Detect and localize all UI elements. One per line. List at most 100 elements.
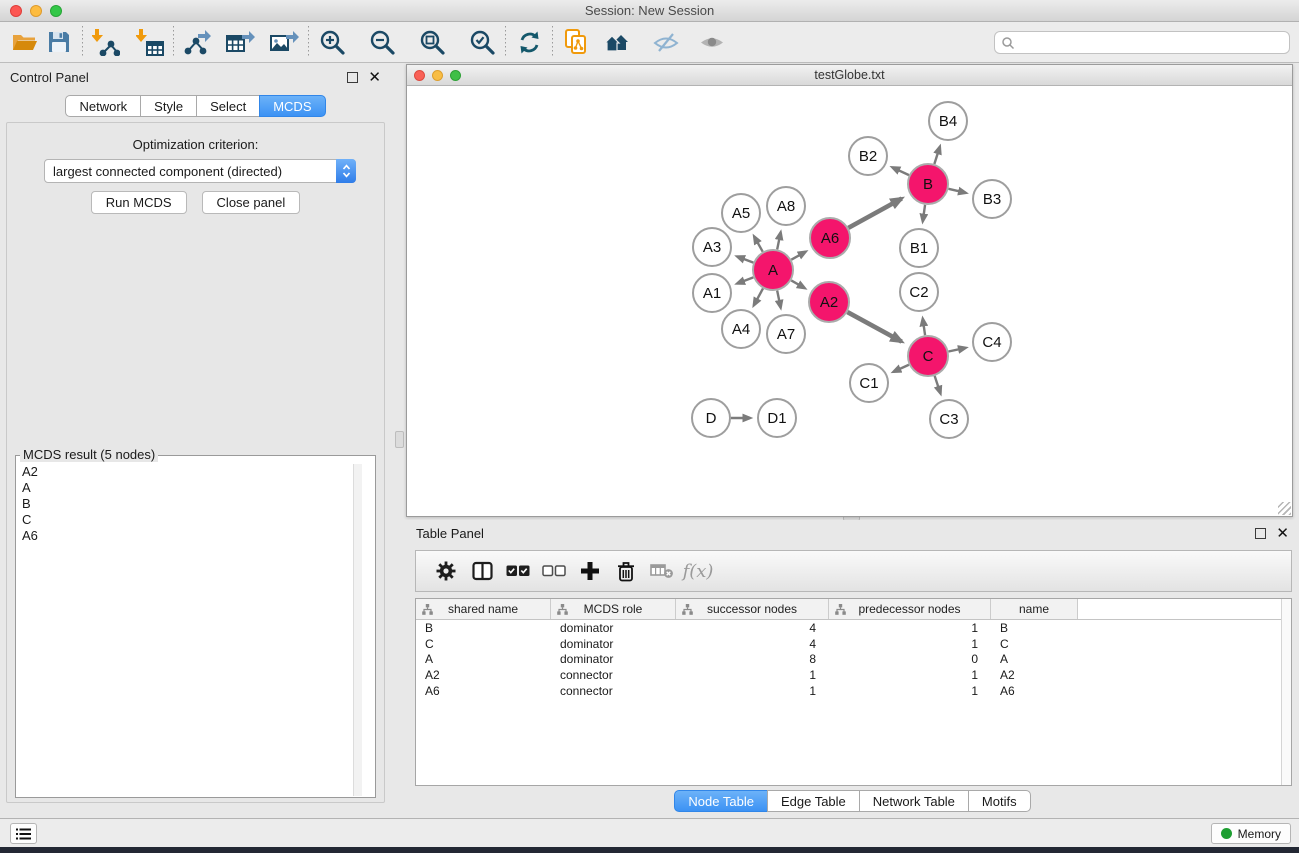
import-network-button[interactable]	[89, 25, 123, 59]
node-B[interactable]: B	[908, 164, 948, 204]
table-row[interactable]: A2connector11A2	[416, 667, 1291, 683]
optimization-criterion-select[interactable]: largest connected component (directed)	[44, 159, 356, 183]
search-input[interactable]	[1015, 33, 1289, 52]
edge-A-A6[interactable]	[791, 252, 805, 260]
node-A[interactable]: A	[753, 250, 793, 290]
column-header-shared-name[interactable]: shared name	[416, 599, 551, 619]
node-C[interactable]: C	[908, 336, 948, 376]
node-A4[interactable]: A4	[722, 310, 760, 348]
show-all-button[interactable]	[695, 25, 729, 59]
edge-C-C4[interactable]	[949, 348, 966, 352]
node-B4[interactable]: B4	[929, 102, 967, 140]
save-session-button[interactable]	[42, 25, 76, 59]
zoom-selected-button[interactable]	[465, 25, 499, 59]
deselect-all-button[interactable]	[536, 554, 572, 588]
edge-B-B4[interactable]	[934, 147, 939, 164]
delete-table-button[interactable]	[644, 554, 680, 588]
tab-style[interactable]: Style	[140, 95, 197, 117]
network-minimize-button[interactable]	[432, 70, 443, 81]
export-network-button[interactable]	[180, 25, 214, 59]
zoom-window-button[interactable]	[50, 5, 62, 17]
table-settings-button[interactable]	[428, 554, 464, 588]
network-canvas[interactable]: B4B2BB3A8A5A6A3B1AA1C2A2A4A7C4CC1C3DD1	[407, 86, 1292, 516]
home-button[interactable]	[603, 25, 637, 59]
float-table-panel-icon[interactable]	[1255, 528, 1266, 539]
column-header-successor-nodes[interactable]: successor nodes	[676, 599, 829, 619]
edge-C-C2[interactable]	[923, 319, 925, 335]
node-D1[interactable]: D1	[758, 399, 796, 437]
node-B2[interactable]: B2	[849, 137, 887, 175]
column-header-predecessor-nodes[interactable]: predecessor nodes	[829, 599, 991, 619]
edge-A6-B[interactable]	[848, 198, 901, 227]
select-all-button[interactable]	[500, 554, 536, 588]
edge-A-A5[interactable]	[754, 237, 763, 252]
tab-mcds[interactable]: MCDS	[259, 95, 325, 117]
open-session-button[interactable]	[8, 25, 42, 59]
refresh-button[interactable]	[512, 25, 546, 59]
edge-A-A7[interactable]	[777, 291, 780, 308]
network-close-button[interactable]	[414, 70, 425, 81]
node-A2[interactable]: A2	[809, 282, 849, 322]
network-zoom-button[interactable]	[450, 70, 461, 81]
task-history-button[interactable]	[10, 823, 37, 844]
node-A8[interactable]: A8	[767, 187, 805, 225]
node-C4[interactable]: C4	[973, 323, 1011, 361]
close-window-button[interactable]	[10, 5, 22, 17]
export-table-button[interactable]	[224, 25, 258, 59]
table-tab-motifs[interactable]: Motifs	[968, 790, 1031, 812]
node-A1[interactable]: A1	[693, 274, 731, 312]
edge-A2-C[interactable]	[847, 312, 901, 342]
node-A7[interactable]: A7	[767, 315, 805, 353]
result-scrollbar[interactable]	[353, 464, 362, 796]
zoom-out-button[interactable]	[365, 25, 399, 59]
table-tab-edge-table[interactable]: Edge Table	[767, 790, 860, 812]
edge-B-B3[interactable]	[948, 189, 965, 193]
node-B3[interactable]: B3	[973, 180, 1011, 218]
node-A5[interactable]: A5	[722, 194, 760, 232]
table-row[interactable]: Adominator80A	[416, 651, 1291, 667]
table-row[interactable]: Bdominator41B	[416, 620, 1291, 636]
select-stepper[interactable]	[336, 159, 356, 183]
import-table-button[interactable]	[133, 25, 167, 59]
result-item[interactable]: C	[17, 512, 374, 528]
result-item[interactable]: A6	[17, 528, 374, 544]
hide-selection-button[interactable]	[649, 25, 683, 59]
table-tab-network-table[interactable]: Network Table	[859, 790, 969, 812]
edge-A-A3[interactable]	[737, 257, 753, 263]
search-field[interactable]	[994, 31, 1290, 54]
node-A3[interactable]: A3	[693, 228, 731, 266]
edge-C-C1[interactable]	[894, 365, 909, 372]
tab-network[interactable]: Network	[65, 95, 141, 117]
export-image-button[interactable]	[268, 25, 302, 59]
edge-B-B1[interactable]	[923, 205, 925, 221]
column-header-name[interactable]: name	[991, 599, 1078, 619]
result-item[interactable]: B	[17, 496, 374, 512]
minimize-window-button[interactable]	[30, 5, 42, 17]
close-table-panel-icon[interactable]: ✕	[1276, 528, 1289, 539]
show-columns-button[interactable]	[464, 554, 500, 588]
edge-B-B2[interactable]	[892, 167, 909, 175]
network-window-titlebar[interactable]: testGlobe.txt	[407, 65, 1292, 86]
delete-column-button[interactable]	[608, 554, 644, 588]
node-A6[interactable]: A6	[810, 218, 850, 258]
tab-select[interactable]: Select	[196, 95, 260, 117]
function-builder-button[interactable]: f(x)	[680, 554, 716, 588]
column-header-MCDS-role[interactable]: MCDS role	[551, 599, 676, 619]
zoom-in-button[interactable]	[315, 25, 349, 59]
edge-C-C3[interactable]	[935, 376, 941, 393]
edge-A-A8[interactable]	[777, 232, 780, 249]
resize-grip[interactable]	[1278, 502, 1291, 515]
table-tab-node-table[interactable]: Node Table	[674, 790, 768, 812]
close-panel-button[interactable]: Close panel	[202, 191, 301, 214]
edge-A-A4[interactable]	[754, 288, 763, 305]
float-panel-icon[interactable]	[347, 72, 358, 83]
node-B1[interactable]: B1	[900, 229, 938, 267]
edge-A-A1[interactable]	[737, 277, 753, 283]
duplicate-network-button[interactable]	[559, 25, 593, 59]
node-C1[interactable]: C1	[850, 364, 888, 402]
edge-A-A2[interactable]	[791, 280, 804, 288]
result-item[interactable]: A	[17, 480, 374, 496]
node-C2[interactable]: C2	[900, 273, 938, 311]
zoom-fit-button[interactable]	[415, 25, 449, 59]
node-C3[interactable]: C3	[930, 400, 968, 438]
